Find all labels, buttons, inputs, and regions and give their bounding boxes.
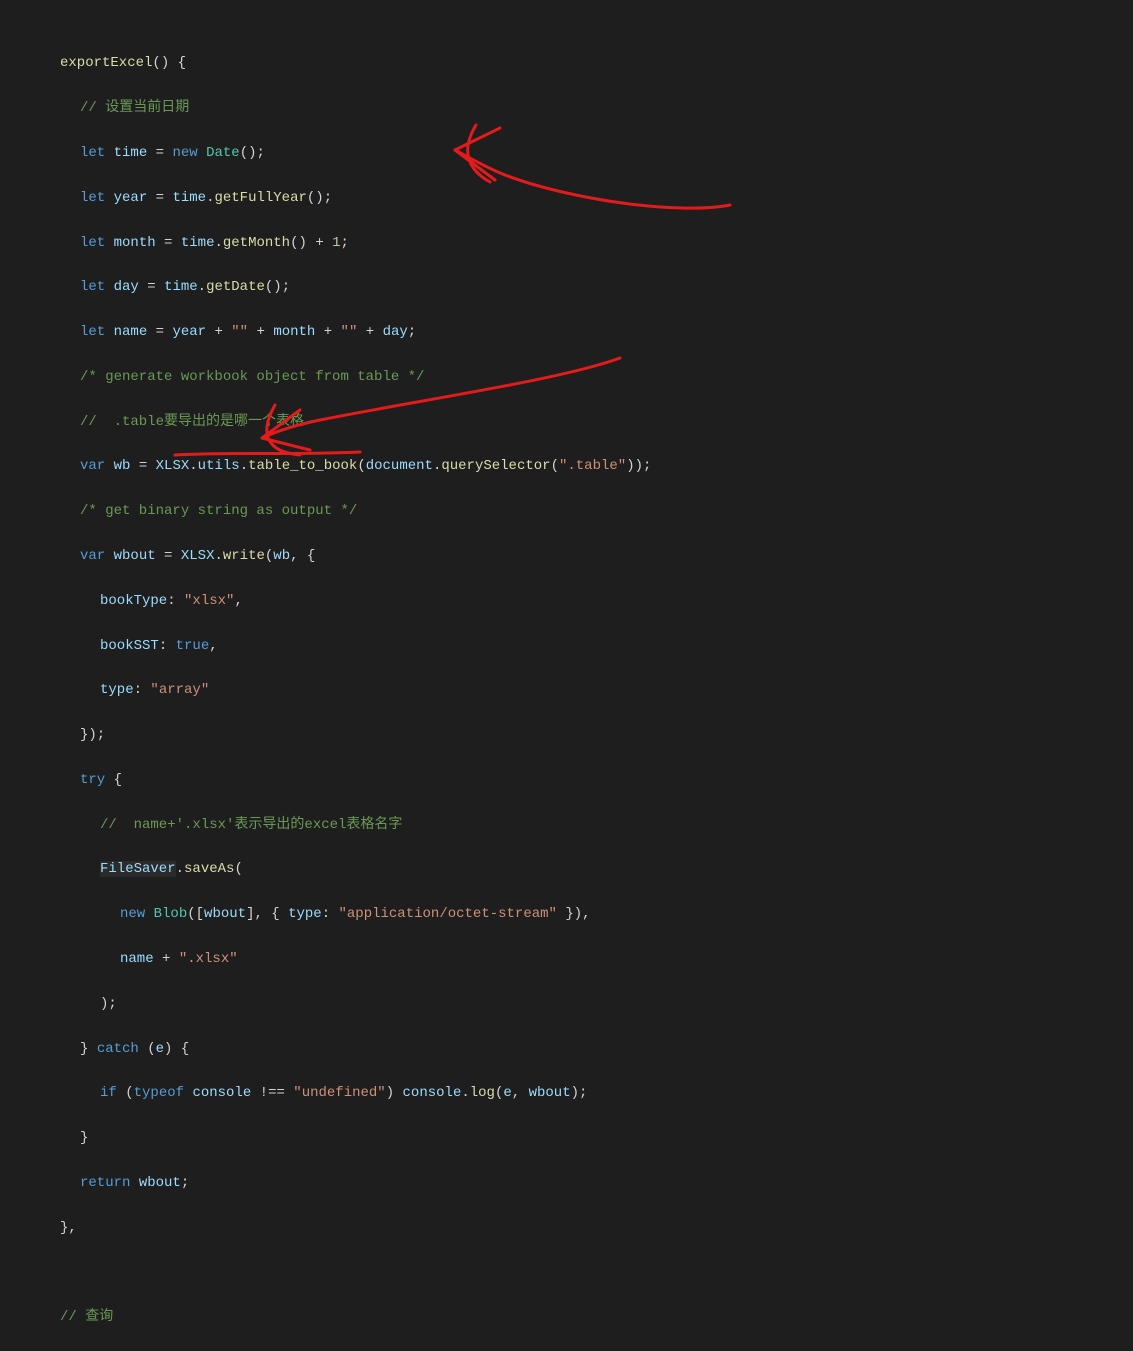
code-line: }); [60, 724, 1133, 746]
code-line: let month = time.getMonth() + 1; [60, 232, 1133, 254]
code-line: // 设置当前日期 [60, 97, 1133, 119]
code-line: // .table要导出的是哪一个表格 [60, 411, 1133, 433]
code-line: return wbout; [60, 1172, 1133, 1194]
code-line: let time = new Date(); [60, 142, 1133, 164]
comment: // name+'.xlsx'表示导出的excel表格名字 [100, 817, 402, 833]
code-line: if (typeof console !== "undefined") cons… [60, 1082, 1133, 1104]
comment: /* generate workbook object from table *… [80, 369, 424, 385]
code-line: var wbout = XLSX.write(wb, { [60, 545, 1133, 567]
code-line: // name+'.xlsx'表示导出的excel表格名字 [60, 814, 1133, 836]
comment: // .table要导出的是哪一个表格 [80, 414, 304, 430]
code-line: try { [60, 769, 1133, 791]
code-line: exportExcel() { [60, 52, 1133, 74]
comment: // 查询 [60, 1309, 113, 1325]
code-line: let year = time.getFullYear(); [60, 187, 1133, 209]
code-line: // 查询 [60, 1306, 1133, 1328]
code-editor[interactable]: exportExcel() { // 设置当前日期 let time = new… [0, 0, 1133, 1351]
code-line: bookSST: true, [60, 635, 1133, 657]
comment: /* get binary string as output */ [80, 503, 357, 519]
code-line: type: "array" [60, 679, 1133, 701]
code-line: ); [60, 993, 1133, 1015]
code-line: let name = year + "" + month + "" + day; [60, 321, 1133, 343]
code-line: bookType: "xlsx", [60, 590, 1133, 612]
code-line: /* generate workbook object from table *… [60, 366, 1133, 388]
comment: // 设置当前日期 [80, 100, 189, 116]
code-line [60, 1261, 1133, 1283]
function-name: exportExcel [60, 55, 152, 71]
code-line: name + ".xlsx" [60, 948, 1133, 970]
code-line: /* get binary string as output */ [60, 500, 1133, 522]
code-line: } [60, 1127, 1133, 1149]
code-line: let day = time.getDate(); [60, 276, 1133, 298]
code-line: }, [60, 1217, 1133, 1239]
code-line: } catch (e) { [60, 1038, 1133, 1060]
code-line: FileSaver.saveAs( [60, 858, 1133, 880]
code-line: new Blob([wbout], { type: "application/o… [60, 903, 1133, 925]
code-line: var wb = XLSX.utils.table_to_book(docume… [60, 455, 1133, 477]
